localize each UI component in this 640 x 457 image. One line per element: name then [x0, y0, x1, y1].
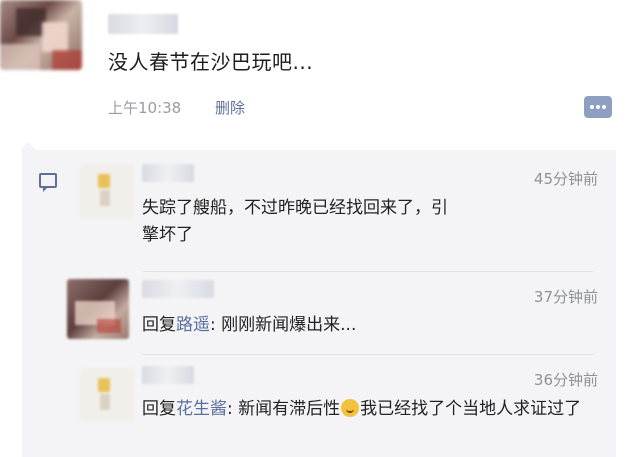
- reply-to-name[interactable]: 花生酱: [176, 399, 227, 419]
- dot: [590, 105, 594, 109]
- post-author-name-blurred[interactable]: [108, 14, 178, 34]
- avatar-pixel: [0, 44, 40, 70]
- reply-prefix: 回复: [142, 399, 176, 419]
- comment-author-name-blurred[interactable]: [142, 280, 214, 298]
- comment-text[interactable]: 回复路遥: 刚刚新闻爆出来...: [142, 312, 602, 339]
- dot: [602, 105, 606, 109]
- avatar-pixel: [98, 174, 110, 188]
- comment-avatar[interactable]: [67, 279, 129, 339]
- comment-time: 36分钟前: [533, 371, 598, 389]
- avatar-pixel: [100, 190, 110, 206]
- comment-time: 45分钟前: [533, 170, 598, 188]
- reply-separator: :: [210, 315, 222, 335]
- avatar-pixel: [100, 394, 110, 410]
- avatar-pixel: [98, 378, 110, 392]
- comment-time: 37分钟前: [533, 288, 598, 306]
- divider: [142, 271, 594, 272]
- avatar-pixel: [97, 319, 121, 333]
- reply-text: 新闻有滞后性: [238, 399, 341, 419]
- comment-text[interactable]: 回复花生酱: 新闻有滞后性 我已经找了个当地人求证过了: [142, 396, 602, 423]
- avatar-pixel: [42, 22, 68, 52]
- reply-prefix: 回复: [142, 315, 176, 335]
- comment-author-name-blurred[interactable]: [142, 164, 194, 182]
- more-dots-icon[interactable]: [584, 96, 612, 118]
- comment-avatar[interactable]: [80, 368, 134, 422]
- avatar-pixel: [52, 50, 82, 70]
- reply-text: 我已经找了个当地人求证过了: [360, 399, 582, 419]
- dot: [596, 105, 600, 109]
- reply-to-name[interactable]: 路遥: [176, 315, 210, 335]
- comment-icon: [39, 173, 57, 192]
- delete-button[interactable]: 删除: [215, 97, 245, 118]
- post-avatar[interactable]: [0, 0, 82, 70]
- reply-separator: :: [227, 399, 239, 419]
- divider: [142, 354, 594, 355]
- comments-pointer: [20, 142, 36, 150]
- thinking-emoji-icon: [341, 399, 360, 417]
- comment-avatar[interactable]: [80, 164, 134, 218]
- comment-text[interactable]: 失踪了艘船，不过昨晚已经找回来了，引擎坏了: [142, 195, 457, 249]
- comment-author-name-blurred[interactable]: [142, 366, 194, 384]
- post-text: 没人春节在沙巴玩吧...: [108, 50, 314, 74]
- reply-text: 刚刚新闻爆出来...: [221, 315, 357, 335]
- post-time: 上午10:38: [108, 99, 182, 117]
